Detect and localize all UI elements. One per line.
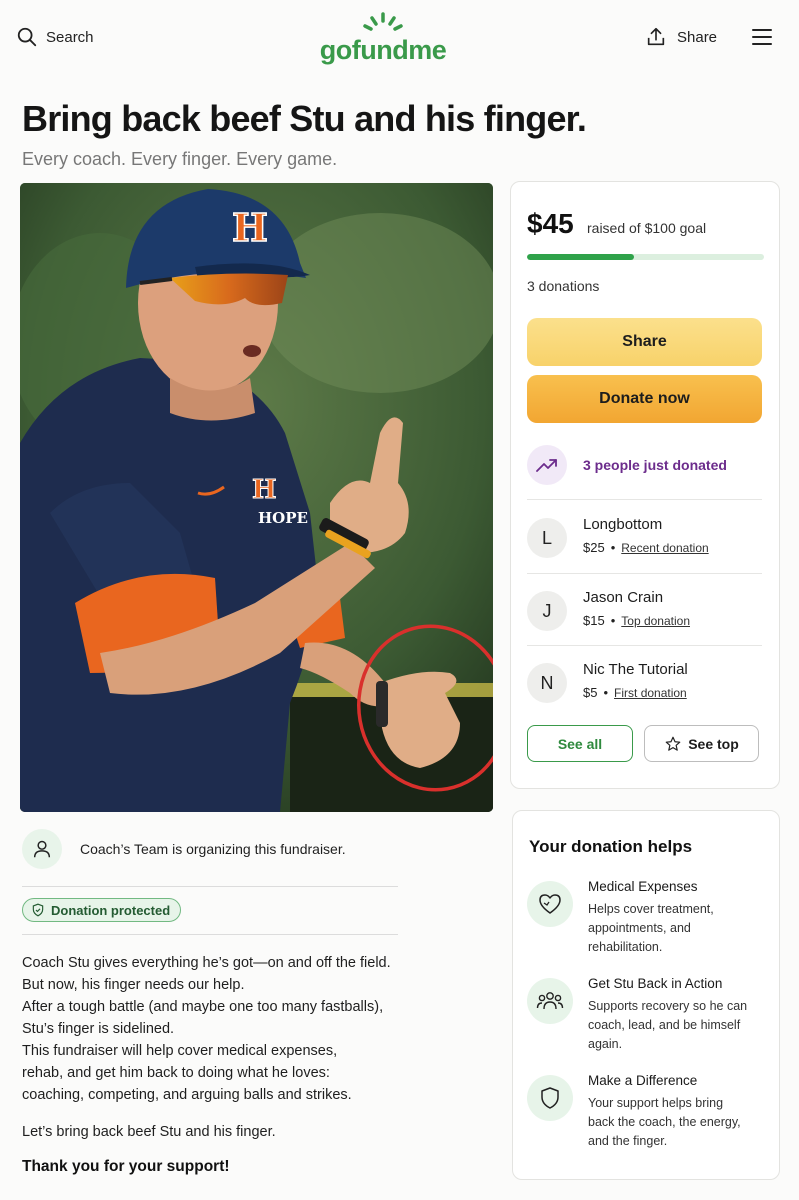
help-line: again. bbox=[588, 1037, 623, 1051]
story-line: coaching, competing, and arguing balls a… bbox=[22, 1087, 352, 1103]
organizer-row: Coach’s Team is organizing this fundrais… bbox=[22, 829, 346, 869]
donor-meta: $25 • Recent donation bbox=[583, 540, 709, 555]
help-title: Your donation helps bbox=[529, 837, 693, 856]
logo-wordmark: gofundme bbox=[319, 35, 447, 65]
see-top-label: See top bbox=[688, 735, 739, 752]
help-heading: Get Stu Back in Action bbox=[588, 976, 723, 991]
donor-name: Jason Crain bbox=[583, 589, 664, 606]
help-line: appointments, and bbox=[588, 921, 691, 935]
donor-amount: $25 bbox=[583, 540, 605, 555]
story-thanks: Thank you for your support! bbox=[22, 1158, 230, 1175]
help-heading: Make a Difference bbox=[588, 1073, 698, 1088]
donor-meta: $5 • First donation bbox=[583, 685, 687, 700]
donor-name: Nic The Tutorial bbox=[583, 661, 688, 678]
search-button[interactable]: Search bbox=[16, 26, 94, 48]
trending-up-icon bbox=[527, 445, 567, 485]
hamburger-menu-icon[interactable] bbox=[752, 29, 774, 45]
donation-count: 3 donations bbox=[527, 278, 600, 294]
people-icon bbox=[527, 978, 573, 1024]
donor-avatar: J bbox=[527, 591, 567, 631]
recent-activity-text: 3 people just donated bbox=[583, 457, 727, 473]
help-line: rehabilitation. bbox=[588, 940, 663, 954]
help-line: Supports recovery so he can bbox=[588, 999, 748, 1013]
campaign-subtitle: Every coach. Every finger. Every game. bbox=[22, 149, 338, 169]
jersey-logo-letter: H bbox=[252, 475, 277, 505]
divider bbox=[22, 886, 398, 887]
help-heading: Medical Expenses bbox=[588, 879, 698, 894]
donor-tag-link[interactable]: Recent donation bbox=[621, 541, 708, 555]
goal-text: raised of $100 goal bbox=[587, 220, 707, 236]
help-description: Your support helps bring back the coach,… bbox=[588, 1094, 758, 1151]
header-share-button[interactable]: Share bbox=[645, 26, 717, 48]
search-label: Search bbox=[46, 28, 94, 46]
divider bbox=[527, 645, 762, 646]
shield-icon bbox=[527, 1075, 573, 1121]
divider bbox=[22, 934, 398, 935]
donor-item: L Longbottom $25 • Recent donation bbox=[527, 514, 762, 562]
story-closing: Let’s bring back beef Stu and his finger… bbox=[22, 1124, 276, 1140]
story-line: Stu’s finger is sidelined. bbox=[22, 1021, 175, 1037]
top-navigation-bar: Search gofundme Share bbox=[0, 0, 799, 72]
donation-helps-card: Your donation helps Medical Expenses Hel… bbox=[512, 810, 780, 1180]
star-icon bbox=[665, 736, 681, 751]
donation-card: $45 raised of $100 goal 3 donations Shar… bbox=[510, 181, 780, 789]
campaign-photo: H H HOPE bbox=[20, 183, 493, 812]
coach-photo-illustration: H H HOPE bbox=[20, 183, 493, 812]
person-icon bbox=[22, 829, 62, 869]
donor-item: J Jason Crain $15 • Top donation bbox=[527, 587, 762, 635]
jersey-text: HOPE bbox=[258, 509, 308, 527]
help-line: coach, lead, and be himself bbox=[588, 1018, 741, 1032]
donor-tag-link[interactable]: First donation bbox=[614, 686, 687, 700]
search-icon bbox=[17, 27, 37, 47]
donor-tag-link[interactable]: Top donation bbox=[621, 614, 690, 628]
donor-item: N Nic The Tutorial $5 • First donation bbox=[527, 659, 762, 707]
shield-check-icon bbox=[32, 903, 44, 917]
heart-icon bbox=[527, 881, 573, 927]
organizer-text: Coach’s Team is organizing this fundrais… bbox=[80, 841, 346, 857]
help-line: Helps cover treatment, bbox=[588, 902, 714, 916]
help-line: and the finger. bbox=[588, 1134, 668, 1148]
progress-bar bbox=[527, 254, 764, 260]
logo-sun-icon bbox=[363, 12, 403, 31]
story-line: Coach Stu gives everything he’s got—on a… bbox=[22, 955, 391, 971]
upload-share-icon bbox=[647, 27, 665, 46]
help-line: back the coach, the energy, bbox=[588, 1115, 741, 1129]
header-share-label: Share bbox=[677, 28, 718, 46]
donor-meta: $15 • Top donation bbox=[583, 613, 690, 628]
donate-now-button[interactable]: Donate now bbox=[527, 375, 762, 423]
donor-avatar: N bbox=[527, 663, 567, 703]
story-line: This fundraiser will help cover medical … bbox=[22, 1043, 338, 1059]
donor-name: Longbottom bbox=[583, 516, 663, 533]
recent-activity: 3 people just donated bbox=[527, 445, 762, 485]
progress-bar-fill bbox=[527, 254, 634, 260]
divider bbox=[527, 499, 762, 500]
donation-protected-label: Donation protected bbox=[51, 902, 171, 918]
cap-logo: H bbox=[232, 205, 268, 250]
help-description: Supports recovery so he can coach, lead,… bbox=[588, 997, 758, 1054]
story-line: But now, his finger needs our help. bbox=[22, 977, 245, 993]
see-all-button[interactable]: See all bbox=[527, 725, 633, 762]
share-button[interactable]: Share bbox=[527, 318, 762, 366]
story-line: rehab, and get him back to doing what he… bbox=[22, 1065, 330, 1081]
donor-amount: $15 bbox=[583, 613, 605, 628]
story-text: Coach Stu gives everything he’s got—on a… bbox=[22, 952, 402, 1106]
amount-raised: $45 bbox=[527, 208, 574, 239]
donor-amount: $5 bbox=[583, 685, 598, 700]
help-description: Helps cover treatment, appointments, and… bbox=[588, 900, 758, 957]
help-line: Your support helps bring bbox=[588, 1096, 724, 1110]
gofundme-logo[interactable]: gofundme bbox=[308, 12, 458, 66]
donation-protected-badge[interactable]: Donation protected bbox=[22, 898, 182, 922]
campaign-title: Bring back beef Stu and his finger. bbox=[22, 98, 587, 139]
donor-avatar: L bbox=[527, 518, 567, 558]
divider bbox=[527, 573, 762, 574]
story-line: After a tough battle (and maybe one too … bbox=[22, 999, 384, 1015]
see-top-button[interactable]: See top bbox=[644, 725, 759, 762]
